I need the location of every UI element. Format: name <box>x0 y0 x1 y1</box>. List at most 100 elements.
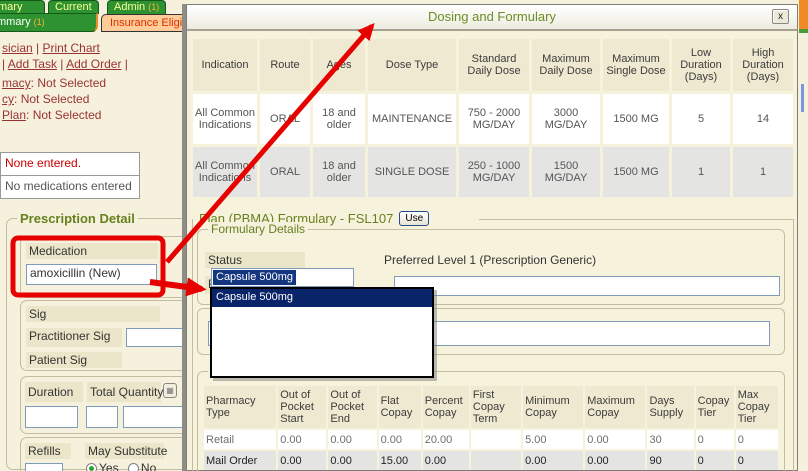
tab-label: mary <box>0 1 22 13</box>
tab-current[interactable]: Current <box>48 0 99 14</box>
link-plan[interactable]: Plan <box>2 108 26 122</box>
refills-input[interactable] <box>25 463 63 471</box>
cell: 250 - 1000 MG/DAY <box>459 147 529 197</box>
calculator-icon[interactable]: ▦ <box>163 383 177 398</box>
formulary-details-legend: Formulary Details <box>208 222 308 236</box>
insurance-tab-edge-fragment <box>799 0 808 29</box>
plan-group-leftline <box>192 219 193 471</box>
no-label: No <box>141 461 156 471</box>
plan-selection-line: Plan: Not Selected <box>2 108 101 122</box>
link-pharmacy[interactable]: macy <box>2 76 31 90</box>
col-header: Pharmacy Type <box>204 386 276 428</box>
dialog-titlebar[interactable]: Dosing and Formulary x <box>187 5 797 31</box>
prescription-detail-title: Prescription Detail <box>17 211 138 226</box>
copay-table-row[interactable]: Retail 0.00 0.00 0.00 20.00 5.00 0.00 30… <box>204 430 778 449</box>
copay-details-group: Copay Details Pharmacy Type Out of Pocke… <box>197 371 785 471</box>
tab-summary-top[interactable]: mary <box>0 0 45 14</box>
col-header: Route <box>260 39 310 91</box>
close-icon[interactable]: x <box>772 9 789 24</box>
dropdown-item[interactable]: Capsule 500mg <box>212 289 432 307</box>
representation-input[interactable] <box>394 276 780 296</box>
cell: 0.00 <box>523 451 583 470</box>
cell: ORAL <box>260 94 310 144</box>
link-separator: | <box>2 57 5 71</box>
col-header: Maximum Single Dose <box>603 39 669 91</box>
col-header: Percent Copay <box>423 386 469 428</box>
col-header: Low Duration (Days) <box>672 39 730 91</box>
dropdown-list: Capsule 500mg <box>210 287 434 378</box>
scrollbar-thumb-fragment[interactable] <box>801 84 804 112</box>
link-separator: | <box>60 57 63 71</box>
col-header: Minimum Copay <box>523 386 583 428</box>
cell: 3000 MG/DAY <box>532 94 600 144</box>
col-header: Dose Type <box>368 39 456 91</box>
patient-sig-label: Patient Sig <box>26 352 122 368</box>
tab-label: Current <box>55 1 92 13</box>
tab-label: Admin <box>114 1 145 13</box>
colon: : <box>26 108 29 122</box>
col-header: Out of Pocket Start <box>278 386 326 428</box>
cell: 0 <box>696 451 734 470</box>
practitioner-sig-label: Practitioner Sig <box>26 328 122 347</box>
col-header: Indication <box>193 39 257 91</box>
yes-radio[interactable] <box>86 463 97 471</box>
use-button[interactable]: Use <box>399 211 429 226</box>
green-tab-edge-fragment <box>799 29 808 33</box>
total-quantity-label: Total Quantity <box>87 382 161 402</box>
cell: All Common Indications <box>193 94 257 144</box>
cell: MAINTENANCE <box>368 94 456 144</box>
cell: 750 - 2000 MG/DAY <box>459 94 529 144</box>
representation-combobox[interactable]: Capsule 500mg <box>211 268 354 287</box>
col-header: Maximum Daily Dose <box>532 39 600 91</box>
medication-label: Medication <box>26 243 158 259</box>
cell <box>471 451 521 470</box>
link-add-order[interactable]: Add Order <box>66 57 121 71</box>
cell: 0 <box>696 430 734 449</box>
colon: : <box>31 76 34 90</box>
copay-table-header-row: Pharmacy Type Out of Pocket Start Out of… <box>204 386 778 428</box>
duration-input[interactable] <box>25 406 78 428</box>
none-entered-message: None entered. <box>0 152 140 176</box>
colon: : <box>14 92 17 106</box>
may-substitute-options: Yes No <box>86 461 156 471</box>
yes-label: Yes <box>99 461 119 471</box>
total-quantity-input[interactable] <box>86 406 118 428</box>
medication-input[interactable]: amoxicillin (New) <box>26 264 157 285</box>
total-quantity-unit-input[interactable] <box>123 406 185 428</box>
pharmacy-selection-line: macy: Not Selected <box>2 76 106 90</box>
link-print-chart[interactable]: Print Chart <box>43 41 100 55</box>
dose-table-row[interactable]: All Common Indications ORAL 18 and older… <box>193 94 793 144</box>
chart-links-line2: | Add Task | Add Order | <box>2 57 128 71</box>
link-cy[interactable]: cy <box>2 92 14 106</box>
cell: 0 <box>736 451 778 470</box>
dose-table-header-row: Indication Route Ages Dose Type Standard… <box>193 39 793 91</box>
dose-table-row[interactable]: All Common Indications ORAL 18 and older… <box>193 147 793 197</box>
cell: 14 <box>733 94 793 144</box>
status-label: Status <box>205 252 305 268</box>
link-physician[interactable]: sician <box>2 41 33 55</box>
copay-table: Pharmacy Type Out of Pocket Start Out of… <box>202 384 780 471</box>
col-header: Ages <box>313 39 365 91</box>
cell: 90 <box>647 451 693 470</box>
practitioner-sig-input[interactable] <box>126 328 184 347</box>
no-radio[interactable] <box>128 463 139 471</box>
sig-label: Sig <box>26 306 160 322</box>
cell: 0.00 <box>379 430 421 449</box>
copay-table-row[interactable]: Mail Order 0.00 0.00 15.00 0.00 0.00 0.0… <box>204 451 778 470</box>
cell: 1500 MG <box>603 94 669 144</box>
cell: 18 and older <box>313 147 365 197</box>
link-separator: | <box>36 41 39 55</box>
link-separator: | <box>125 57 128 71</box>
col-header: Max Copay Tier <box>736 386 778 428</box>
cell: 20.00 <box>423 430 469 449</box>
tab-summary-selected[interactable]: mmary (1) <box>0 13 98 32</box>
link-add-task[interactable]: Add Task <box>8 57 57 71</box>
cy-value: Not Selected <box>21 92 90 106</box>
cell: Mail Order <box>204 451 276 470</box>
col-header: Standard Daily Dose <box>459 39 529 91</box>
plan-group-topline <box>479 219 793 220</box>
cell: 0.00 <box>585 451 645 470</box>
col-header: Out of Pocket End <box>328 386 376 428</box>
dose-table: Indication Route Ages Dose Type Standard… <box>190 36 796 200</box>
tab-admin[interactable]: Admin (1) <box>107 0 166 14</box>
